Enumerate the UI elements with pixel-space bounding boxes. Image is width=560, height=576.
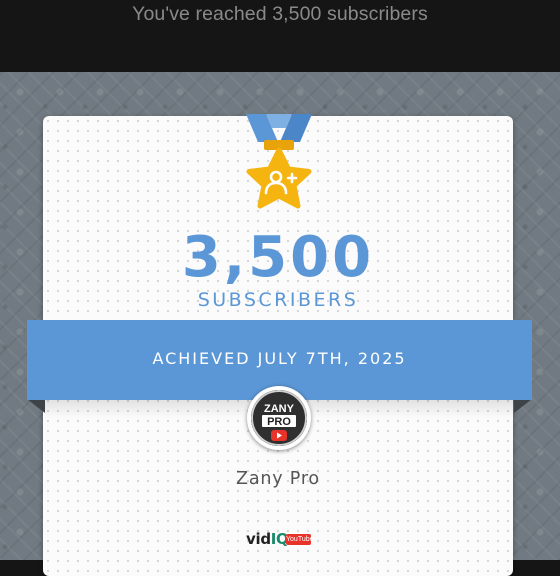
subscriber-label: SUBSCRIBERS — [197, 289, 359, 311]
subscriber-count: 3,500 — [181, 225, 375, 290]
medal-star-icon — [246, 114, 312, 209]
youtube-play-icon — [271, 430, 287, 441]
channel-avatar: ZANY PRO — [247, 386, 311, 450]
avatar-text-bottom: PRO — [267, 416, 291, 428]
vidiq-logo: vidIQ YouTube — [246, 530, 316, 552]
channel-name: Zany Pro — [236, 469, 320, 489]
brand-vid: vid — [246, 530, 271, 548]
top-bar: You've reached 3,500 subscribers — [0, 0, 560, 72]
avatar-text-top: ZANY — [264, 403, 295, 415]
achieved-date: ACHIEVED JULY 7TH, 2025 — [152, 349, 407, 368]
page-title: You've reached 3,500 subscribers — [132, 3, 428, 25]
youtube-badge: YouTube — [286, 534, 314, 545]
